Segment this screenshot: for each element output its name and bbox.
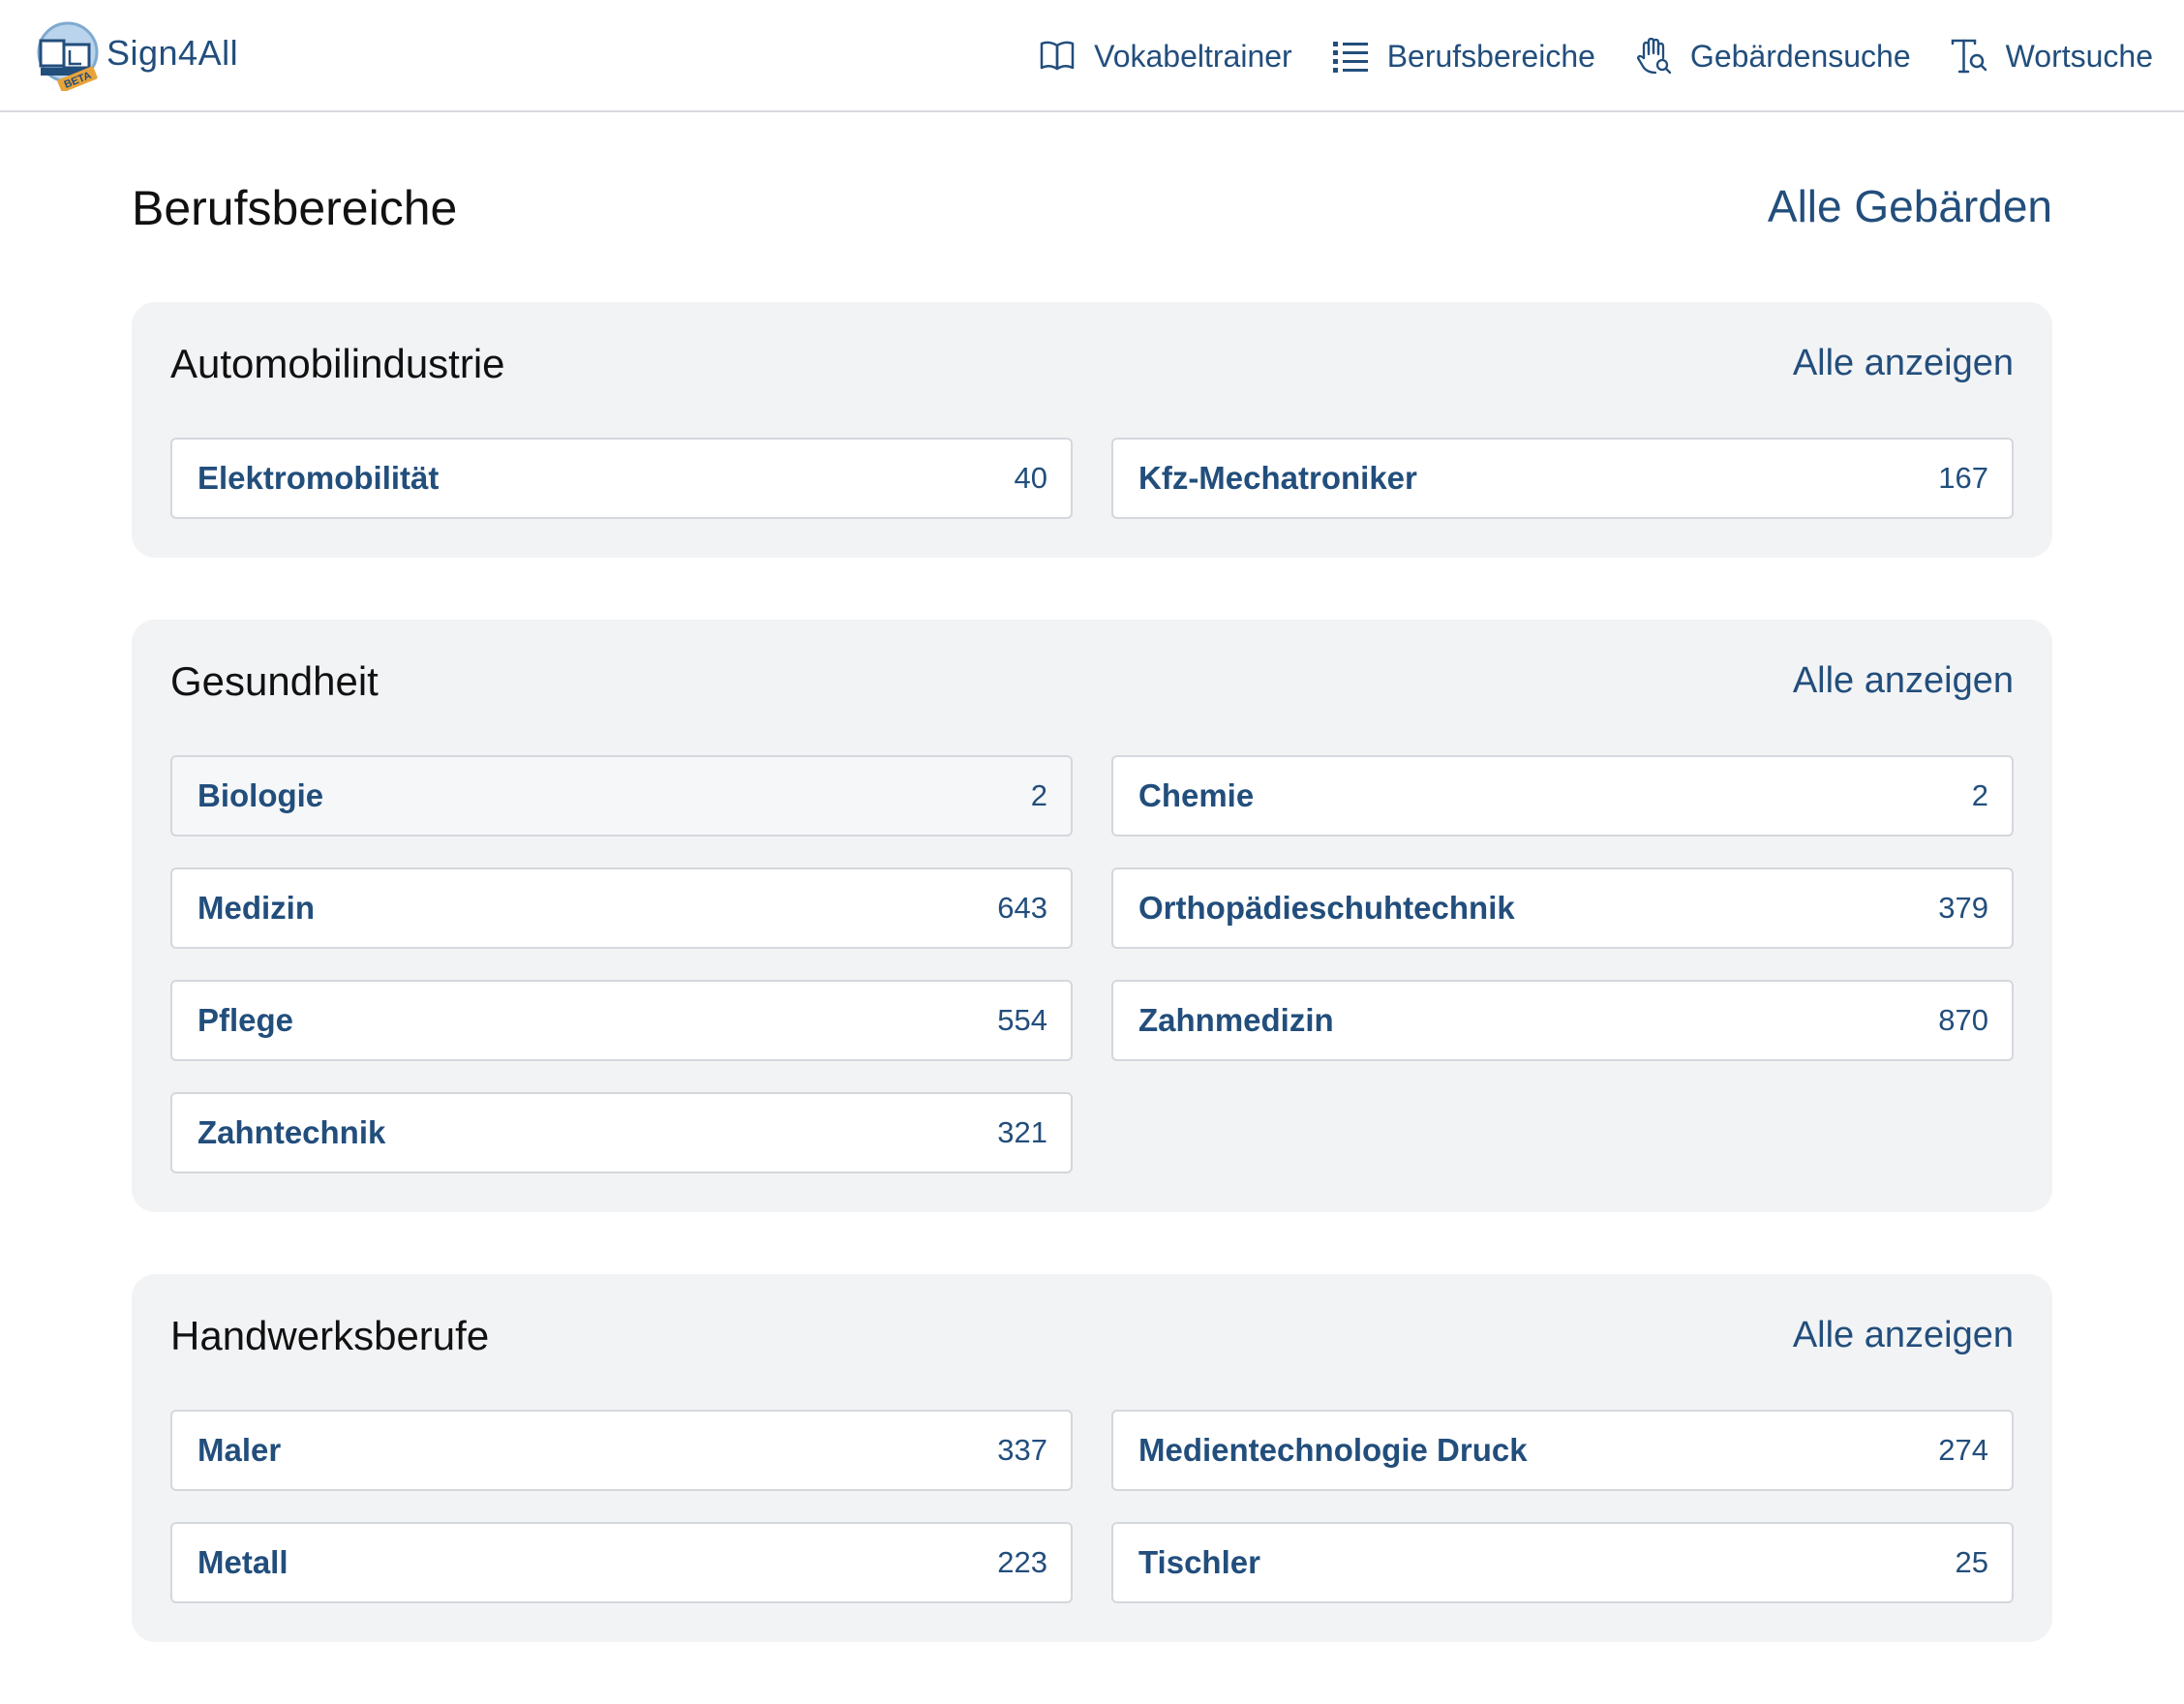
category-label: Zahntechnik	[197, 1114, 386, 1150]
nav-gebaerdensuche[interactable]: Gebärdensuche	[1634, 37, 1911, 76]
category-label: Orthopädieschuhtechnik	[1138, 890, 1515, 926]
category-count: 2	[1971, 778, 1988, 812]
category-count: 274	[1938, 1433, 1988, 1467]
category-count: 167	[1938, 461, 1988, 495]
show-all-link[interactable]: Alle anzeigen	[1793, 1315, 2014, 1356]
category-label: Kfz-Mechatroniker	[1138, 460, 1417, 496]
category-card[interactable]: Kfz-Mechatroniker 167	[1111, 438, 2014, 519]
top-navbar: BETA Sign4All Vokabeltrainer Berufsberei…	[0, 0, 2184, 112]
section-handwerksberufe: Handwerksberufe Alle anzeigen Maler 337 …	[132, 1274, 2052, 1642]
main-content: Berufsbereiche Alle Gebärden Automobilin…	[132, 112, 2052, 1704]
category-card[interactable]: Orthopädieschuhtechnik 379	[1111, 867, 2014, 949]
category-label: Chemie	[1138, 777, 1255, 813]
category-label: Medientechnologie Druck	[1138, 1432, 1528, 1468]
category-label: Zahnmedizin	[1138, 1002, 1334, 1038]
category-card[interactable]: Biologie 2	[170, 755, 1073, 837]
page-title: Berufsbereiche	[132, 181, 458, 235]
logo-icon: BETA	[37, 21, 99, 91]
category-card[interactable]: Metall 223	[170, 1522, 1073, 1603]
section-header: Gesundheit Alle anzeigen	[170, 658, 2014, 716]
category-card[interactable]: Medientechnologie Druck 274	[1111, 1410, 2014, 1491]
section-automobilindustrie: Automobilindustrie Alle anzeigen Elektro…	[132, 302, 2052, 558]
all-signs-link[interactable]: Alle Gebärden	[1768, 180, 2052, 232]
category-count: 25	[1955, 1545, 1988, 1579]
category-label: Maler	[197, 1432, 282, 1468]
category-label: Metall	[197, 1544, 288, 1580]
category-card[interactable]: Zahnmedizin 870	[1111, 980, 2014, 1061]
category-card[interactable]: Medizin 643	[170, 867, 1073, 949]
category-card[interactable]: Maler 337	[170, 1410, 1073, 1491]
category-card[interactable]: Chemie 2	[1111, 755, 2014, 837]
category-count: 40	[1014, 461, 1047, 495]
category-label: Tischler	[1138, 1544, 1260, 1580]
show-all-link[interactable]: Alle anzeigen	[1793, 660, 2014, 702]
show-all-link[interactable]: Alle anzeigen	[1793, 343, 2014, 384]
nav-label: Wortsuche	[2005, 38, 2153, 74]
nav-label: Gebärdensuche	[1689, 38, 1911, 74]
section-title: Handwerksberufe	[170, 1313, 490, 1358]
category-count: 554	[997, 1003, 1047, 1037]
logo-text: Sign4All	[106, 33, 239, 73]
category-count: 643	[997, 891, 1047, 925]
nav-vokabeltrainer[interactable]: Vokabeltrainer	[1038, 37, 1292, 76]
section-title: Automobilindustrie	[170, 341, 505, 386]
nav-berufsbereiche[interactable]: Berufsbereiche	[1331, 37, 1595, 76]
section-header: Handwerksberufe Alle anzeigen	[170, 1313, 2014, 1371]
section-title: Gesundheit	[170, 658, 379, 704]
main-nav: Vokabeltrainer Berufsbereiche Gebärdensu…	[999, 29, 2153, 83]
hand-search-icon	[1636, 37, 1672, 75]
category-count: 2	[1030, 778, 1047, 812]
category-count: 870	[1938, 1003, 1988, 1037]
category-grid: Elektromobilität 40 Kfz-Mechatroniker 16…	[170, 438, 2014, 519]
section-gesundheit: Gesundheit Alle anzeigen Biologie 2 Chem…	[132, 620, 2052, 1212]
list-icon	[1332, 42, 1368, 73]
section-header: Automobilindustrie Alle anzeigen	[170, 341, 2014, 399]
category-count: 321	[997, 1115, 1047, 1149]
category-label: Pflege	[197, 1002, 294, 1038]
category-count: 379	[1938, 891, 1988, 925]
nav-wortsuche[interactable]: Wortsuche	[1950, 37, 2153, 76]
page-header: Berufsbereiche Alle Gebärden	[132, 112, 2052, 302]
book-icon	[1040, 41, 1075, 71]
category-grid: Biologie 2 Chemie 2 Medizin 643 Orthopäd…	[170, 755, 2014, 1173]
text-search-icon	[1951, 39, 1987, 74]
category-count: 337	[997, 1433, 1047, 1467]
category-label: Biologie	[197, 777, 324, 813]
category-card[interactable]: Zahntechnik 321	[170, 1092, 1073, 1173]
nav-label: Berufsbereiche	[1386, 38, 1595, 74]
category-grid: Maler 337 Medientechnologie Druck 274 Me…	[170, 1410, 2014, 1603]
category-card[interactable]: Pflege 554	[170, 980, 1073, 1061]
category-card[interactable]: Elektromobilität 40	[170, 438, 1073, 519]
category-label: Medizin	[197, 890, 315, 926]
category-label: Elektromobilität	[197, 460, 440, 496]
site-logo[interactable]: BETA Sign4All	[35, 19, 267, 93]
nav-label: Vokabeltrainer	[1094, 38, 1292, 74]
category-card[interactable]: Tischler 25	[1111, 1522, 2014, 1603]
category-count: 223	[997, 1545, 1047, 1579]
